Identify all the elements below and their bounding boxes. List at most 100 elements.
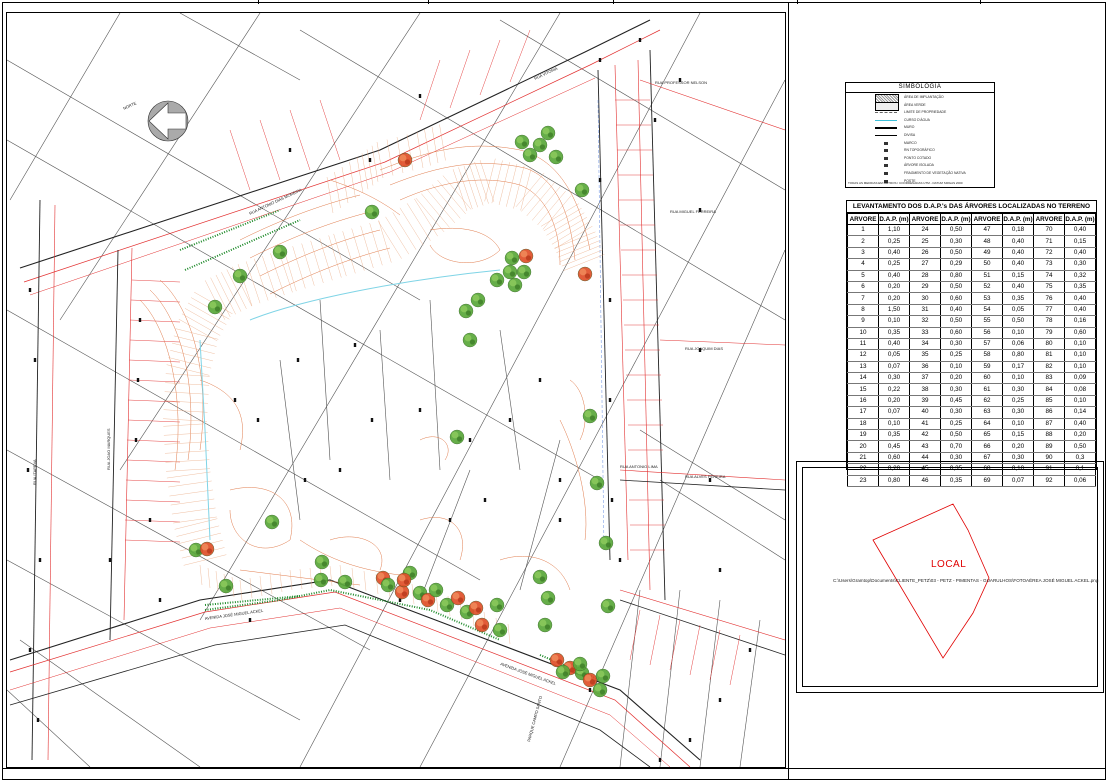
dap-cell: 3 bbox=[847, 247, 879, 260]
survey-point bbox=[158, 598, 162, 602]
dap-cell: 0,30 bbox=[940, 338, 972, 351]
dap-cell: 0,45 bbox=[940, 395, 972, 408]
tree-highlight bbox=[576, 184, 584, 192]
location-file-path: C:\Users\Gramtop\Documents\CLIENTE_PETZ\… bbox=[833, 578, 1099, 583]
dap-cell: 89 bbox=[1033, 440, 1065, 453]
tree-shade bbox=[465, 310, 472, 316]
tree bbox=[364, 204, 380, 220]
survey-point bbox=[508, 418, 512, 422]
tree bbox=[337, 574, 353, 590]
dap-cell: 0,06 bbox=[1002, 338, 1034, 351]
dap-cell: 0,20 bbox=[1064, 429, 1096, 442]
dap-cell: 0,35 bbox=[1064, 281, 1096, 294]
tree bbox=[577, 266, 593, 282]
dap-cell: 58 bbox=[971, 349, 1003, 362]
dap-cell: 0,15 bbox=[1064, 235, 1096, 248]
dap-cell: 0,22 bbox=[878, 383, 910, 396]
legend-item-label: MARCO bbox=[904, 140, 917, 145]
survey-point bbox=[718, 568, 722, 572]
table-row: 17 0,07 40 0,30 63 0,30 86 0,14 bbox=[847, 406, 1096, 419]
tree-shade bbox=[239, 275, 246, 281]
dap-table-body: 1 1,10 24 0,50 47 0,18 70 0,40 2 0,25 25 0,30 48 0,40… bbox=[847, 224, 1096, 488]
tree bbox=[572, 656, 588, 672]
street-label-right-d: RUA ALVES PEREIRA bbox=[685, 474, 726, 479]
survey-point bbox=[38, 558, 42, 562]
legend-item-label: ÁREA DE IMPLANTAÇÃO bbox=[904, 95, 944, 99]
survey-point bbox=[138, 318, 142, 322]
legend-item-label: FRAGMENTO DE VEGETAÇÃO NATIVA bbox=[904, 171, 966, 175]
dap-cell: 0,17 bbox=[1002, 361, 1034, 374]
hatch-stroke bbox=[424, 129, 431, 166]
north-label: NORTE bbox=[122, 100, 137, 111]
dap-header-cell: D.A.P. (m) bbox=[1002, 213, 1034, 225]
dap-header-cell: ARVORE bbox=[909, 213, 941, 225]
dap-cell: 0,40 bbox=[1064, 247, 1096, 260]
hatch-stroke bbox=[437, 179, 466, 215]
tree-highlight bbox=[396, 586, 404, 594]
dap-cell: 19 bbox=[847, 429, 879, 442]
survey-point bbox=[538, 378, 542, 382]
table-row: 10 0,35 33 0,60 56 0,10 79 0,60 bbox=[847, 327, 1096, 339]
table-row: 1 1,10 24 0,50 47 0,18 70 0,40 bbox=[847, 224, 1096, 237]
tree-highlight bbox=[506, 252, 514, 260]
tree-highlight bbox=[574, 658, 582, 666]
dap-cell: 0,30 bbox=[940, 406, 972, 419]
survey-point bbox=[418, 408, 422, 412]
tree-highlight bbox=[591, 477, 599, 485]
tree-shade bbox=[456, 436, 463, 442]
tree-shade bbox=[457, 597, 464, 603]
tree bbox=[468, 600, 484, 616]
north-arrow: NORTE bbox=[122, 100, 189, 142]
hatch-stroke bbox=[351, 567, 355, 589]
hatch-stroke bbox=[310, 240, 324, 284]
dap-cell: 0,25 bbox=[940, 418, 972, 431]
tree bbox=[428, 582, 444, 598]
contour-line bbox=[419, 517, 463, 561]
dap-cell: 0,30 bbox=[1064, 258, 1096, 271]
tree-highlight bbox=[190, 544, 198, 552]
dap-cell: 0,40 bbox=[1002, 235, 1034, 248]
hatch-stroke bbox=[319, 238, 333, 281]
hatch-stroke bbox=[542, 195, 572, 230]
dap-cell: 0,10 bbox=[1064, 338, 1096, 351]
dap-cell: 0,25 bbox=[1002, 395, 1034, 408]
tree bbox=[492, 622, 508, 638]
tree-shade bbox=[404, 159, 411, 165]
tree-highlight bbox=[584, 674, 592, 682]
table-row: 5 0,40 28 0,80 51 0,15 74 0,32 bbox=[847, 270, 1096, 282]
contour-line bbox=[419, 436, 449, 461]
tree bbox=[207, 299, 223, 315]
survey-point bbox=[638, 38, 642, 42]
dap-cell: 10 bbox=[847, 327, 879, 339]
dap-cell: 85 bbox=[1033, 395, 1065, 408]
dap-cell: 40 bbox=[909, 406, 941, 419]
survey-point bbox=[588, 688, 592, 692]
tree-shade bbox=[589, 679, 596, 685]
tree-highlight bbox=[201, 543, 209, 551]
dap-table-box: LEVANTAMENTO DOS D.A.P.'s DAS ÁRVORES LO… bbox=[846, 200, 1097, 488]
survey-point bbox=[338, 468, 342, 472]
survey-point bbox=[558, 518, 562, 522]
dap-cell: 0,30 bbox=[940, 235, 972, 248]
dap-cell: 0,70 bbox=[940, 440, 972, 453]
dap-cell: 28 bbox=[909, 270, 941, 282]
dap-cell: 52 bbox=[971, 281, 1003, 294]
dap-cell: 4 bbox=[847, 258, 879, 271]
dap-cell: 0,40 bbox=[1002, 247, 1034, 260]
tree-shade bbox=[584, 273, 591, 279]
tree-highlight bbox=[557, 666, 565, 674]
dap-cell: 0,50 bbox=[940, 281, 972, 294]
tree-highlight bbox=[476, 619, 484, 627]
tree-shade bbox=[523, 271, 530, 277]
legend-item-label: MURO bbox=[904, 125, 915, 130]
dap-cell: 0,40 bbox=[878, 338, 910, 351]
dap-cell: 17 bbox=[847, 406, 879, 419]
legend-item-label: RN TOPOGRÁFICO bbox=[904, 148, 935, 153]
tree-highlight bbox=[461, 606, 469, 614]
hatch-stroke bbox=[181, 313, 221, 336]
tree-highlight bbox=[542, 127, 550, 135]
tree bbox=[514, 134, 530, 150]
table-row: 8 1,50 31 0,40 54 0,05 77 0,40 bbox=[847, 304, 1096, 317]
tree-shade bbox=[344, 581, 351, 587]
tree bbox=[540, 125, 556, 141]
